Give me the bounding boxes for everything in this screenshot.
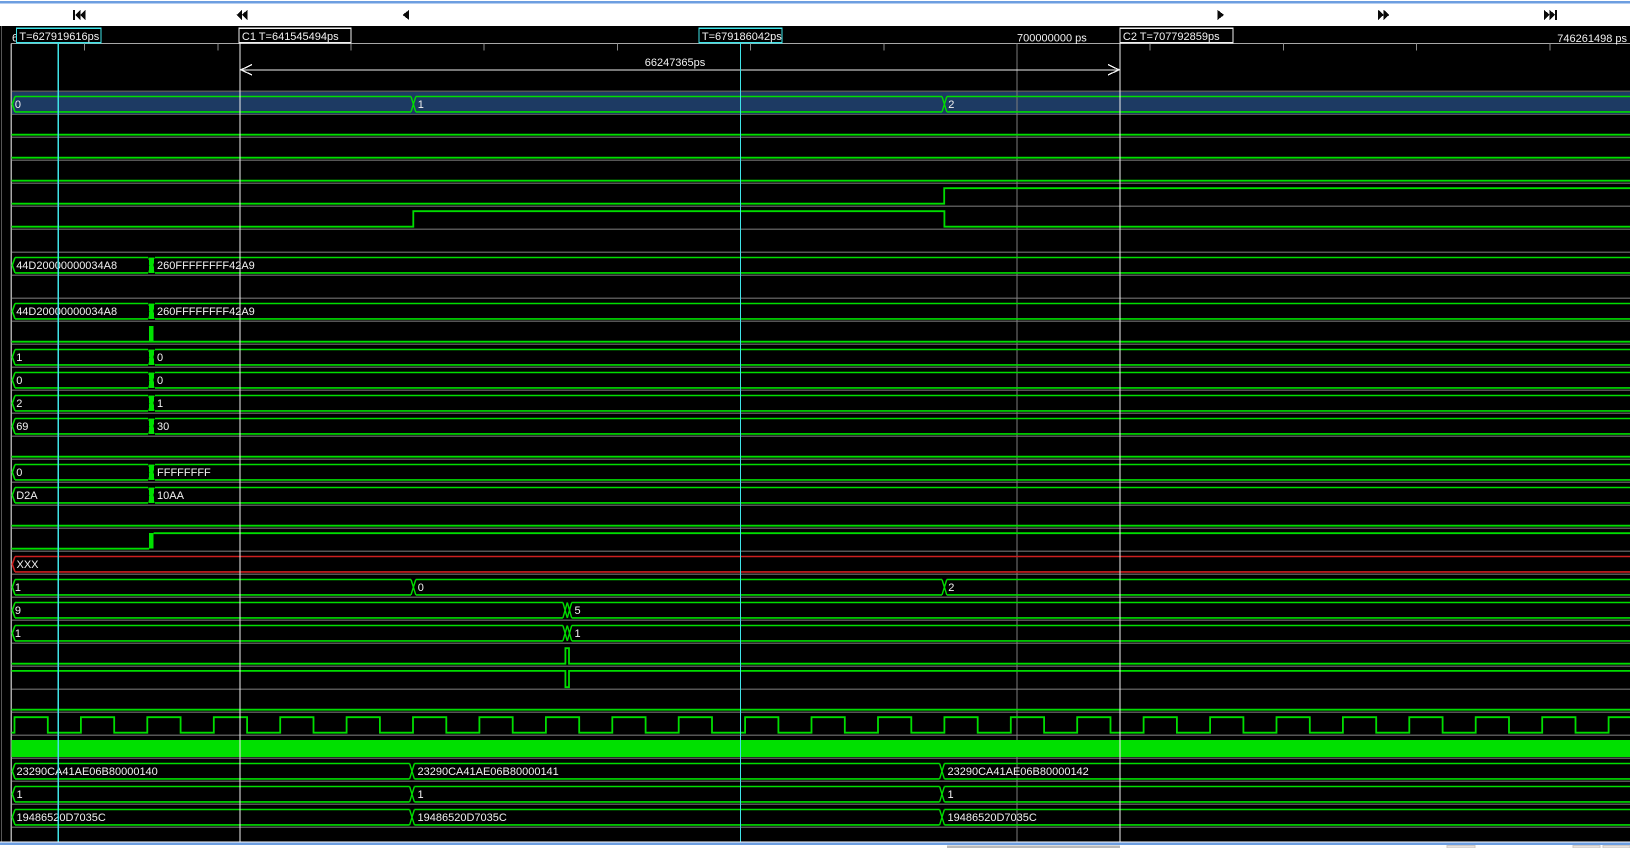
svg-text:0: 0 xyxy=(157,375,163,387)
svg-text:0: 0 xyxy=(418,582,424,594)
svg-text:2: 2 xyxy=(16,398,22,410)
svg-text:19486520D7035C: 19486520D7035C xyxy=(418,812,507,824)
svg-text:2: 2 xyxy=(948,99,954,111)
svg-text:1: 1 xyxy=(16,352,22,364)
svg-text:69: 69 xyxy=(16,421,28,433)
svg-text:23290CA41AE06B80000140: 23290CA41AE06B80000140 xyxy=(17,766,158,778)
svg-text:19486520D7035C: 19486520D7035C xyxy=(17,812,106,824)
svg-text:23290CA41AE06B80000142: 23290CA41AE06B80000142 xyxy=(948,766,1089,778)
svg-text:XXX: XXX xyxy=(17,559,40,571)
svg-text:66247365ps: 66247365ps xyxy=(645,57,706,69)
svg-text:C1 T=641545494ps: C1 T=641545494ps xyxy=(242,31,339,43)
svg-text:44D20000000034A8: 44D20000000034A8 xyxy=(16,306,117,318)
svg-text:10AA: 10AA xyxy=(157,490,185,502)
svg-text:1: 1 xyxy=(575,628,581,640)
svg-text:0: 0 xyxy=(16,375,22,387)
svg-text:9: 9 xyxy=(15,605,21,617)
svg-text:23290CA41AE06B80000141: 23290CA41AE06B80000141 xyxy=(418,766,559,778)
svg-text:1: 1 xyxy=(15,582,21,594)
svg-text:0: 0 xyxy=(157,352,163,364)
svg-text:0: 0 xyxy=(16,467,22,479)
svg-text:700000000 ps: 700000000 ps xyxy=(1017,32,1087,44)
svg-text:1: 1 xyxy=(15,628,21,640)
svg-text:1: 1 xyxy=(418,99,424,111)
svg-text:D2A: D2A xyxy=(16,490,38,502)
svg-text:T=679186042ps: T=679186042ps xyxy=(702,31,782,43)
svg-text:2: 2 xyxy=(948,582,954,594)
svg-text:0: 0 xyxy=(15,99,21,111)
svg-text:T=627919616ps: T=627919616ps xyxy=(19,31,99,43)
svg-text:746261498 ps: 746261498 ps xyxy=(1557,33,1627,45)
svg-text:30: 30 xyxy=(157,421,169,433)
svg-text:5: 5 xyxy=(575,605,581,617)
svg-text:19486520D7035C: 19486520D7035C xyxy=(948,812,1037,824)
svg-text:1: 1 xyxy=(948,789,954,801)
svg-text:C2 T=707792859ps: C2 T=707792859ps xyxy=(1123,31,1220,43)
svg-text:FFFFFFFF: FFFFFFFF xyxy=(157,467,211,479)
svg-text:1: 1 xyxy=(157,398,163,410)
svg-text:1: 1 xyxy=(17,789,23,801)
svg-text:1: 1 xyxy=(418,789,424,801)
svg-text:44D20000000034A8: 44D20000000034A8 xyxy=(16,260,117,272)
